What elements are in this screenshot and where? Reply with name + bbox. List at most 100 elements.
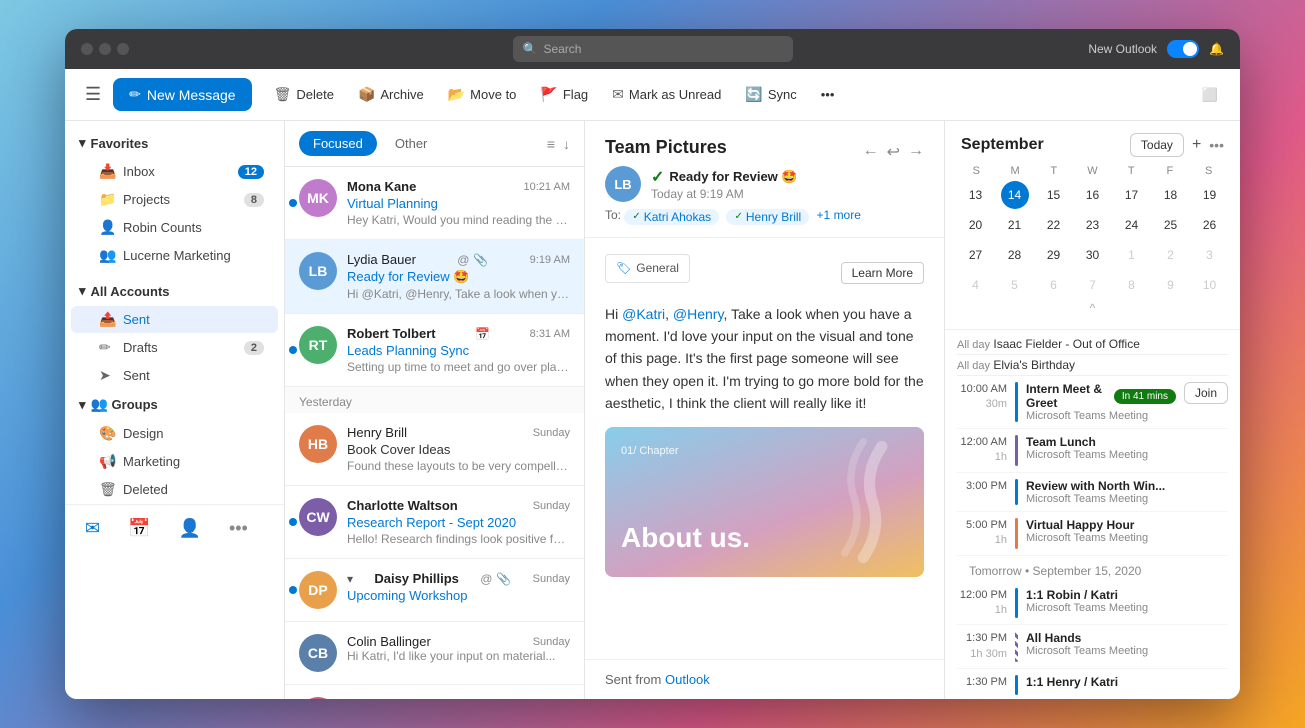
filter-icon[interactable]: ≡: [547, 136, 555, 152]
message-item[interactable]: RT Robert Tolbert 📅 8:31 AM Leads Planni…: [285, 314, 584, 387]
cal-day-14[interactable]: 14: [1001, 181, 1029, 209]
footer-link[interactable]: Outlook: [665, 672, 710, 687]
message-item[interactable]: CW Charlotte Waltson Sunday Research Rep…: [285, 486, 584, 559]
cal-day-5b[interactable]: 5: [1001, 271, 1029, 299]
nav-people-icon[interactable]: 👤: [175, 514, 205, 543]
cal-day-1b[interactable]: 1: [1118, 241, 1146, 269]
event-item-4[interactable]: 5:00 PM1h Virtual Happy Hour Microsoft T…: [957, 512, 1228, 556]
groups-section[interactable]: ▾ 👥 Groups: [65, 390, 284, 419]
cal-day-23[interactable]: 23: [1079, 211, 1107, 239]
msg-header: DP ▾ Daisy Phillips @ 📎 Sunday: [299, 571, 570, 609]
today-button[interactable]: Today: [1130, 133, 1184, 157]
sidebar-item-sent-sub[interactable]: ➤ Sent: [71, 362, 278, 389]
close-button[interactable]: [81, 43, 93, 55]
event-info-3: Review with North Win... Microsoft Teams…: [1026, 479, 1228, 505]
search-bar[interactable]: 🔍 Search: [513, 36, 793, 62]
calendar-more-icon[interactable]: •••: [1209, 137, 1224, 153]
cal-day-21[interactable]: 21: [1001, 211, 1029, 239]
cal-day-25[interactable]: 25: [1157, 211, 1185, 239]
cal-day-13[interactable]: 13: [962, 181, 990, 209]
message-item[interactable]: MK Mona Kane 10:21 AM Virtual Planning H…: [285, 167, 584, 240]
expand-button[interactable]: ⬜: [1192, 81, 1228, 109]
cal-day-18[interactable]: 18: [1157, 181, 1185, 209]
sender-avatar: LB: [605, 166, 641, 202]
flag-button[interactable]: 🚩 Flag: [530, 80, 598, 109]
collapse-cal-icon[interactable]: ^: [957, 299, 1228, 317]
event-item-5[interactable]: 12:00 PM1h 1:1 Robin / Katri Microsoft T…: [957, 582, 1228, 626]
nav-calendar-icon[interactable]: 📅: [124, 514, 154, 543]
event-item-1[interactable]: 10:00 AM30m Intern Meet & Greet In 41 mi…: [957, 376, 1228, 429]
menu-icon[interactable]: ☰: [77, 80, 109, 109]
lucerne-label: Lucerne Marketing: [123, 248, 231, 263]
cal-day-6b[interactable]: 6: [1040, 271, 1068, 299]
nav-next-icon[interactable]: →: [908, 142, 924, 162]
sidebar-item-marketing[interactable]: 📢 Marketing: [71, 448, 278, 475]
notifications-icon[interactable]: 🔔: [1209, 42, 1224, 56]
sidebar-item-inbox[interactable]: 📥 Inbox 12: [71, 158, 278, 185]
more-toolbar-button[interactable]: •••: [811, 81, 845, 108]
cal-day-30[interactable]: 30: [1079, 241, 1107, 269]
cal-day-8b[interactable]: 8: [1118, 271, 1146, 299]
message-item[interactable]: RC Robin Counts Sunday Last minute thoug…: [285, 685, 584, 699]
cal-day-3b[interactable]: 3: [1196, 241, 1224, 269]
all-accounts-section[interactable]: ▾ All Accounts: [65, 277, 284, 305]
archive-button[interactable]: 📦 Archive: [348, 80, 434, 109]
message-item[interactable]: CB Colin Ballinger Sunday Hi Katri, I'd …: [285, 622, 584, 685]
message-item[interactable]: LB Lydia Bauer @ 📎 9:19 AM Ready for Rev: [285, 240, 584, 314]
cal-day-16[interactable]: 16: [1079, 181, 1107, 209]
sent-sub-label: Sent: [123, 368, 150, 383]
event-item-2[interactable]: 12:00 AM1h Team Lunch Microsoft Teams Me…: [957, 429, 1228, 473]
cal-day-9b[interactable]: 9: [1157, 271, 1185, 299]
nav-more-icon[interactable]: •••: [225, 514, 252, 543]
chevron-right-icon: ▾: [79, 397, 86, 413]
new-message-button[interactable]: ✏ New Message: [113, 78, 251, 111]
add-event-icon[interactable]: +: [1192, 136, 1201, 154]
event-item-7[interactable]: 1:30 PM 1:1 Henry / Katri: [957, 669, 1228, 699]
more-recipients[interactable]: +1 more: [817, 208, 861, 222]
cal-day-24[interactable]: 24: [1118, 211, 1146, 239]
maximize-button[interactable]: [117, 43, 129, 55]
event-item-3[interactable]: 3:00 PM Review with North Win... Microso…: [957, 473, 1228, 512]
join-button-1[interactable]: Join: [1184, 382, 1228, 404]
cal-day-26[interactable]: 26: [1196, 211, 1224, 239]
cal-day-19[interactable]: 19: [1196, 181, 1224, 209]
nav-prev-icon[interactable]: ←: [863, 142, 879, 162]
new-outlook-toggle[interactable]: [1167, 40, 1199, 58]
learn-more-button[interactable]: Learn More: [841, 262, 924, 284]
cal-day-27[interactable]: 27: [962, 241, 990, 269]
sidebar-item-projects[interactable]: 📁 Projects 8: [71, 186, 278, 213]
message-item[interactable]: DP ▾ Daisy Phillips @ 📎 Sunday: [285, 559, 584, 622]
cal-day-28[interactable]: 28: [1001, 241, 1029, 269]
cal-day-17[interactable]: 17: [1118, 181, 1146, 209]
sidebar-item-lucerne[interactable]: 👥 Lucerne Marketing: [71, 242, 278, 269]
message-item[interactable]: HB Henry Brill Sunday Book Cover Ideas F…: [285, 413, 584, 486]
delete-button[interactable]: 🗑 Delete: [264, 80, 344, 109]
sidebar-item-deleted[interactable]: 🗑 Deleted: [71, 476, 278, 503]
msg-time: Sunday: [533, 427, 570, 439]
sidebar-item-drafts[interactable]: ✏ Drafts 2: [71, 334, 278, 361]
sync-button[interactable]: 🔄 Sync: [735, 80, 806, 109]
sidebar-item-design[interactable]: 🎨 Design: [71, 420, 278, 447]
nav-reply-icon[interactable]: ↩: [887, 142, 900, 162]
mark-unread-button[interactable]: ✉ Mark as Unread: [602, 80, 731, 109]
favorites-section[interactable]: ▾ Favorites: [65, 129, 284, 157]
cal-day-22[interactable]: 22: [1040, 211, 1068, 239]
cal-day-2b[interactable]: 2: [1157, 241, 1185, 269]
minimize-button[interactable]: [99, 43, 111, 55]
cal-day-15[interactable]: 15: [1040, 181, 1068, 209]
cal-day-4b[interactable]: 4: [962, 271, 990, 299]
cal-day-10b[interactable]: 10: [1196, 271, 1224, 299]
cal-day-7b[interactable]: 7: [1079, 271, 1107, 299]
move-to-button[interactable]: 📂 Move to: [438, 80, 527, 109]
tab-focused[interactable]: Focused: [299, 131, 377, 156]
sidebar-item-sent[interactable]: 📤 Sent: [71, 306, 278, 333]
msg-preview: Hey Katri, Would you mind reading the dr…: [347, 213, 570, 227]
sort-icon[interactable]: ↓: [563, 136, 570, 152]
sidebar-item-robin[interactable]: 👤 Robin Counts: [71, 214, 278, 241]
event-item-6[interactable]: 1:30 PM1h 30m All Hands Microsoft Teams …: [957, 625, 1228, 669]
cal-day-20[interactable]: 20: [962, 211, 990, 239]
cal-day-29[interactable]: 29: [1040, 241, 1068, 269]
nav-mail-icon[interactable]: ✉: [81, 514, 104, 543]
at-icon: @: [457, 253, 469, 267]
tab-other[interactable]: Other: [381, 131, 442, 156]
